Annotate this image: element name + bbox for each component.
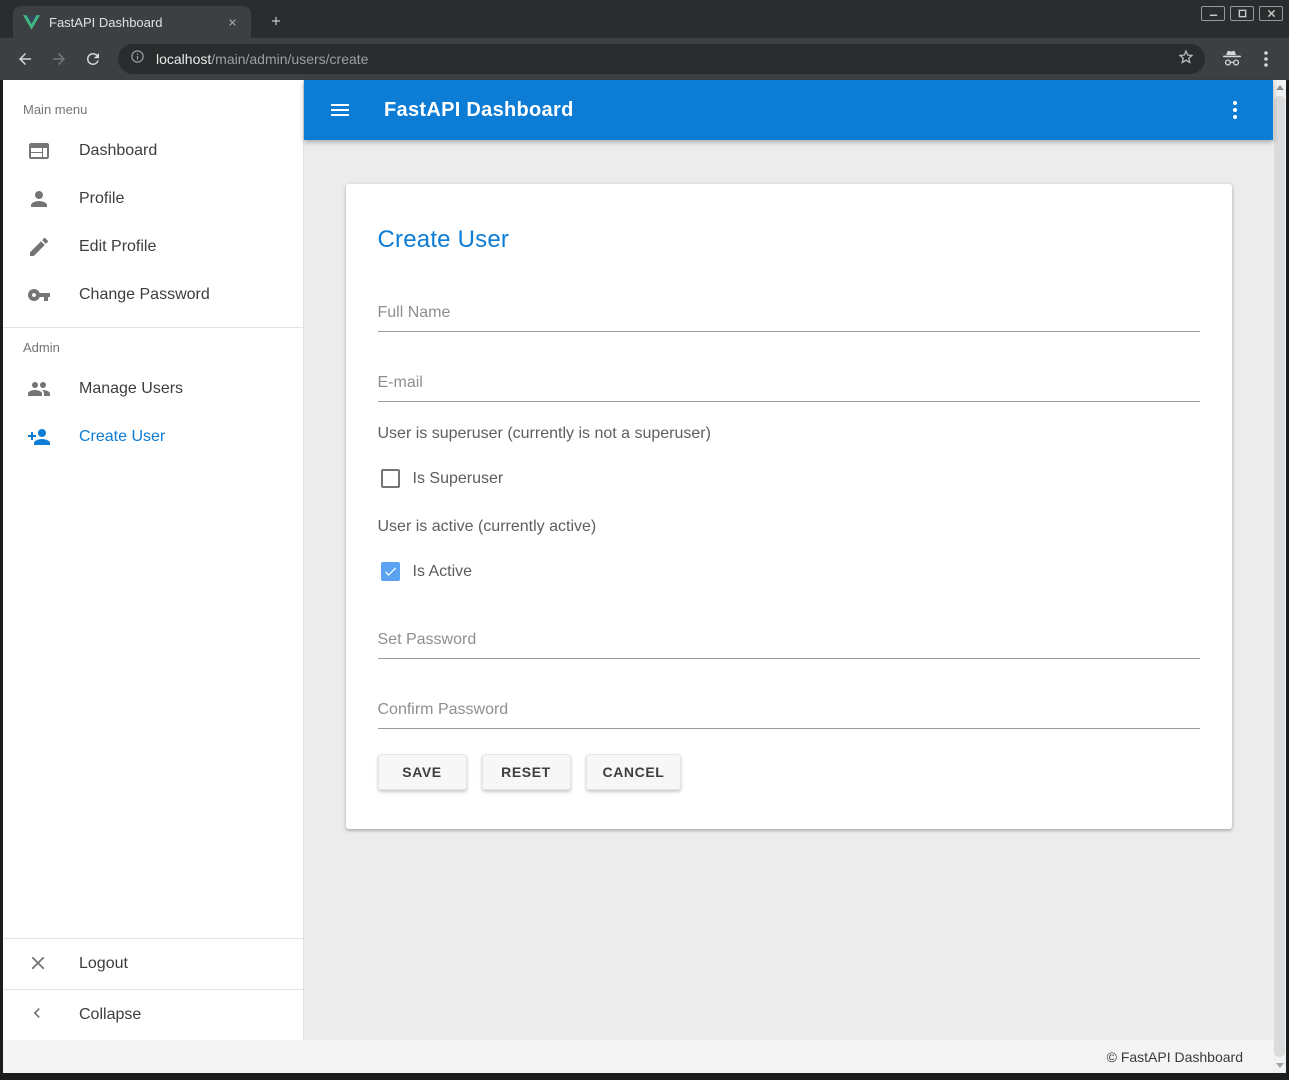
url-path: /main/admin/users/create xyxy=(211,51,368,67)
sidebar: Main menu Dashboard Profile xyxy=(3,80,304,1040)
forward-button[interactable] xyxy=(44,44,74,74)
sidebar-item-label: Dashboard xyxy=(79,142,157,160)
url-bar[interactable]: localhost/main/admin/users/create xyxy=(118,44,1205,74)
tab-title: FastAPI Dashboard xyxy=(49,15,223,30)
page-title: Create User xyxy=(378,226,1200,254)
back-button[interactable] xyxy=(10,44,40,74)
page-scrollbar[interactable] xyxy=(1273,80,1286,1073)
tab-close-icon[interactable] xyxy=(223,13,241,31)
cancel-button[interactable]: CANCEL xyxy=(586,754,682,790)
person-icon xyxy=(27,187,51,211)
sidebar-item-label: Logout xyxy=(79,955,128,973)
bookmark-star-icon[interactable] xyxy=(1177,48,1195,71)
maximize-icon xyxy=(1238,9,1247,18)
page-area: Main menu Dashboard Profile xyxy=(3,80,1286,1073)
forward-arrow-icon xyxy=(50,50,68,68)
sidebar-item-collapse[interactable]: Collapse xyxy=(3,990,303,1040)
back-arrow-icon xyxy=(16,50,34,68)
minimize-icon xyxy=(1209,9,1218,18)
kebab-icon xyxy=(1233,101,1237,119)
scrollbar-thumb[interactable] xyxy=(1274,96,1285,1057)
superuser-checkbox-row[interactable]: Is Superuser xyxy=(378,469,1200,488)
reload-button[interactable] xyxy=(78,44,108,74)
hamburger-icon xyxy=(328,98,352,122)
scroll-down-icon[interactable] xyxy=(1273,1058,1286,1073)
set-password-input[interactable] xyxy=(378,631,1200,659)
close-icon xyxy=(27,952,51,976)
confirm-password-input[interactable] xyxy=(378,701,1200,729)
close-window-button[interactable] xyxy=(1259,6,1283,21)
plus-icon xyxy=(269,14,283,28)
superuser-hint: User is superuser (currently is not a su… xyxy=(378,425,1200,443)
full-name-input[interactable] xyxy=(378,304,1200,332)
sidebar-item-label: Profile xyxy=(79,190,124,208)
close-icon xyxy=(1267,9,1276,18)
check-icon xyxy=(383,564,398,579)
incognito-icon xyxy=(1215,44,1249,74)
confirm-password-field xyxy=(378,701,1200,729)
minimize-button[interactable] xyxy=(1201,6,1225,21)
sidebar-item-label: Create User xyxy=(79,428,165,446)
email-input[interactable] xyxy=(378,374,1200,402)
new-tab-button[interactable] xyxy=(262,7,290,35)
sidebar-item-logout[interactable]: Logout xyxy=(3,939,303,989)
sidebar-item-change-password[interactable]: Change Password xyxy=(3,271,303,319)
app-bar: FastAPI Dashboard xyxy=(304,80,1273,140)
sidebar-item-label: Manage Users xyxy=(79,380,183,398)
sidebar-item-profile[interactable]: Profile xyxy=(3,175,303,223)
main-body: Create User User is superuser (currently… xyxy=(304,140,1273,1040)
active-hint: User is active (currently active) xyxy=(378,518,1200,536)
browser-menu-button[interactable] xyxy=(1253,44,1279,74)
vue-logo-icon xyxy=(23,15,40,30)
sidebar-section-admin: Admin xyxy=(3,328,303,365)
active-checkbox[interactable] xyxy=(381,562,400,581)
hamburger-menu-button[interactable] xyxy=(316,86,364,134)
sidebar-item-manage-users[interactable]: Manage Users xyxy=(3,365,303,413)
superuser-checkbox[interactable] xyxy=(381,469,400,488)
form-buttons: SAVE RESET CANCEL xyxy=(378,754,1200,790)
scroll-up-icon[interactable] xyxy=(1273,80,1286,95)
sidebar-item-label: Edit Profile xyxy=(79,238,156,256)
browser-window: FastAPI Dashboard xyxy=(0,0,1289,1080)
kebab-icon xyxy=(1264,51,1268,67)
sidebar-item-dashboard[interactable]: Dashboard xyxy=(3,127,303,175)
superuser-checkbox-label: Is Superuser xyxy=(413,470,504,488)
pencil-icon xyxy=(27,235,51,259)
browser-tab[interactable]: FastAPI Dashboard xyxy=(13,6,251,38)
reload-icon xyxy=(84,50,102,68)
browser-toolbar: localhost/main/admin/users/create xyxy=(0,38,1289,80)
sidebar-item-label: Collapse xyxy=(79,1006,141,1024)
active-checkbox-row[interactable]: Is Active xyxy=(378,562,1200,581)
sidebar-item-create-user[interactable]: Create User xyxy=(3,413,303,461)
page-info-icon[interactable] xyxy=(130,49,145,69)
footer-copyright: © FastAPI Dashboard xyxy=(1107,1049,1243,1065)
sidebar-item-edit-profile[interactable]: Edit Profile xyxy=(3,223,303,271)
sidebar-bottom: Logout Collapse xyxy=(3,938,303,1040)
maximize-button[interactable] xyxy=(1230,6,1254,21)
appbar-title: FastAPI Dashboard xyxy=(384,99,574,122)
active-checkbox-label: Is Active xyxy=(413,563,473,581)
people-icon xyxy=(27,377,51,401)
chevron-left-icon xyxy=(27,1003,51,1027)
person-add-icon xyxy=(27,425,51,449)
full-name-field xyxy=(378,304,1200,332)
key-icon xyxy=(27,283,51,307)
url-text: localhost/main/admin/users/create xyxy=(156,51,1177,67)
window-controls xyxy=(1201,6,1283,21)
email-field xyxy=(378,374,1200,402)
tab-strip: FastAPI Dashboard xyxy=(0,0,1289,38)
reset-button[interactable]: RESET xyxy=(482,754,571,790)
main-content: FastAPI Dashboard Create User xyxy=(304,80,1273,1040)
url-host: localhost xyxy=(156,51,211,67)
sidebar-item-label: Change Password xyxy=(79,286,210,304)
create-user-card: Create User User is superuser (currently… xyxy=(346,184,1232,829)
save-button[interactable]: SAVE xyxy=(378,754,467,790)
set-password-field xyxy=(378,631,1200,659)
appbar-menu-button[interactable] xyxy=(1217,92,1253,128)
sidebar-section-main-menu: Main menu xyxy=(3,90,303,127)
dashboard-icon xyxy=(27,139,51,163)
page-footer: © FastAPI Dashboard xyxy=(3,1040,1273,1073)
